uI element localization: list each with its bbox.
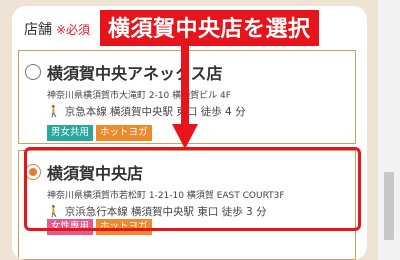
store-radio-annex[interactable]	[25, 64, 41, 80]
tag-unisex: 男女共用	[47, 125, 94, 141]
required-marker: ※必須	[56, 23, 91, 37]
store-label-text: 店舗	[24, 22, 52, 38]
store-option-yokosuka-chuo[interactable]: 横須賀中央店 神奈川県横須賀市若松町 1-21-10 横須賀 EAST COUR…	[18, 150, 356, 260]
annotation-callout: 横須賀中央店を選択	[100, 10, 319, 46]
store-name: 横須賀中央アネックス店	[47, 64, 223, 83]
scrollbar-thumb[interactable]	[384, 172, 394, 240]
walking-person-icon: 🚶	[47, 105, 61, 118]
store-radio-chuo[interactable]	[25, 164, 41, 180]
store-tags: 女性専用 ホットヨガ	[47, 219, 152, 235]
store-address: 神奈川県横須賀市若松町 1-21-10 横須賀 EAST COURT3F	[47, 191, 285, 201]
walking-person-icon: 🚶	[47, 205, 61, 218]
store-access: 🚶 京浜急行本線 横須賀中央駅 東口 徒歩 3 分	[47, 204, 267, 219]
store-address: 神奈川県横須賀市大滝町 2-10 横須賀ビル 4F	[47, 91, 231, 101]
store-field-label: 店舗 ※必須	[24, 19, 90, 39]
tag-hot-yoga: ホットヨガ	[96, 219, 152, 235]
store-name: 横須賀中央店	[47, 164, 144, 183]
tag-women-only: 女性専用	[47, 219, 94, 235]
scrollbar[interactable]	[378, 0, 400, 260]
store-access: 🚶 京急本線 横須賀中央駅 東口 徒歩 4 分	[47, 104, 246, 119]
store-access-text: 京浜急行本線 横須賀中央駅 東口 徒歩 3 分	[64, 206, 267, 218]
tag-hot-yoga: ホットヨガ	[96, 125, 152, 141]
store-tags: 男女共用 ホットヨガ	[47, 125, 152, 141]
store-access-text: 京急本線 横須賀中央駅 東口 徒歩 4 分	[64, 106, 246, 118]
store-option-yokosuka-chuo-annex[interactable]: 横須賀中央アネックス店 神奈川県横須賀市大滝町 2-10 横須賀ビル 4F 🚶 京…	[18, 50, 356, 144]
